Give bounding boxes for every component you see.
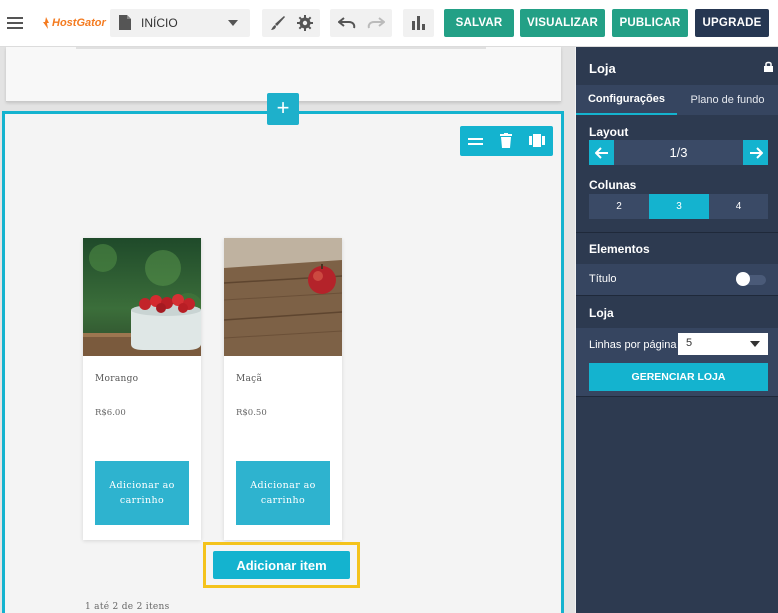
columns-option-3[interactable]: 3 [649,194,709,219]
publish-button[interactable]: PUBLICAR [612,9,688,37]
toggle-knob [736,272,750,286]
page-selector-value: INÍCIO [141,16,178,30]
panel-title: Loja [589,61,616,76]
shop-label: Loja [589,306,614,320]
section-tools [460,126,553,156]
lock-icon [764,61,773,72]
add-section-button[interactable]: + [267,93,299,125]
panel-divider [576,232,778,233]
pagination-text: 1 até 2 de 2 itens [85,602,170,612]
product-card[interactable]: Morango R$6.00 Adicionar ao carrinho [83,238,201,540]
product-price[interactable]: R$6.00 [95,408,126,418]
layout-switcher: 1/3 [589,140,768,165]
product-name[interactable]: Maçã [236,374,262,384]
product-image-strawberry[interactable] [83,238,201,356]
elements-label: Elementos [589,242,650,256]
panel-divider [576,295,778,296]
product-card[interactable]: Maçã R$0.50 Adicionar ao carrinho [224,238,342,540]
tab-settings[interactable]: Configurações [576,85,677,115]
panel-header: Loja [576,47,778,85]
gator-icon [43,17,49,29]
page-icon [119,15,131,30]
lines-per-page-value: 5 [686,337,693,349]
add-item-button[interactable]: Adicionar item [213,551,350,579]
save-button[interactable]: SALVAR [444,9,514,37]
tab-background[interactable]: Plano de fundo [677,85,778,115]
undo-icon[interactable] [338,17,356,29]
arrow-right-icon [749,146,763,159]
columns-option-4[interactable]: 4 [709,194,768,219]
add-item-highlight: Adicionar item [203,542,360,588]
layout-prev-button[interactable] [589,140,614,165]
manage-shop-button[interactable]: GERENCIAR LOJA [589,363,768,391]
top-toolbar: HostGator INÍCIO SALVAR VISUALIZAR PUBLI… [0,0,778,47]
redo-icon[interactable] [367,17,385,29]
chevron-down-icon [228,20,238,26]
product-image-apple[interactable] [224,238,342,356]
preview-button[interactable]: VISUALIZAR [520,9,605,37]
lines-per-page-select[interactable]: 5 [678,333,768,355]
style-tools [262,9,320,37]
layout-value: 1/3 [669,145,688,160]
drag-handle-icon[interactable] [468,135,483,147]
upgrade-button[interactable]: UPGRADE [695,9,769,37]
shop-section[interactable]: Morango R$6.00 Adicionar ao carrinho Maç… [2,111,564,613]
gear-icon[interactable] [297,15,313,31]
stats-tool[interactable] [403,9,434,37]
previous-section-divider [76,47,486,49]
panel-tabs: Configurações Plano de fundo [576,85,778,115]
layout-next-button[interactable] [743,140,768,165]
columns-option-2[interactable]: 2 [589,194,649,219]
product-name[interactable]: Morango [95,374,138,384]
editor-canvas: Morango R$6.00 Adicionar ao carrinho Maç… [0,47,575,613]
layout-label: Layout [589,125,629,139]
add-to-cart-button[interactable]: Adicionar ao carrinho [95,461,189,525]
history-tools [330,9,392,37]
trash-icon[interactable] [500,133,512,148]
brand-name: HostGator [52,17,106,29]
page-selector[interactable]: INÍCIO [110,9,250,37]
panel-divider [576,396,778,397]
settings-panel: Loja Configurações Plano de fundo Layout… [576,47,778,613]
columns-selector: 2 3 4 [589,194,768,219]
brush-icon[interactable] [270,15,286,31]
chevron-down-icon [750,341,760,347]
hostgator-logo: HostGator [42,14,106,32]
title-toggle-label: Título [589,273,617,285]
columns-label: Colunas [589,178,637,192]
bar-chart-icon [412,16,425,30]
title-toggle[interactable] [736,272,766,286]
arrow-left-icon [594,146,608,159]
lines-per-page-label: Linhas por página [589,339,677,351]
columns-icon[interactable] [529,134,545,147]
product-price[interactable]: R$0.50 [236,408,267,418]
add-to-cart-button[interactable]: Adicionar ao carrinho [236,461,330,525]
hamburger-menu-icon[interactable] [6,14,24,32]
